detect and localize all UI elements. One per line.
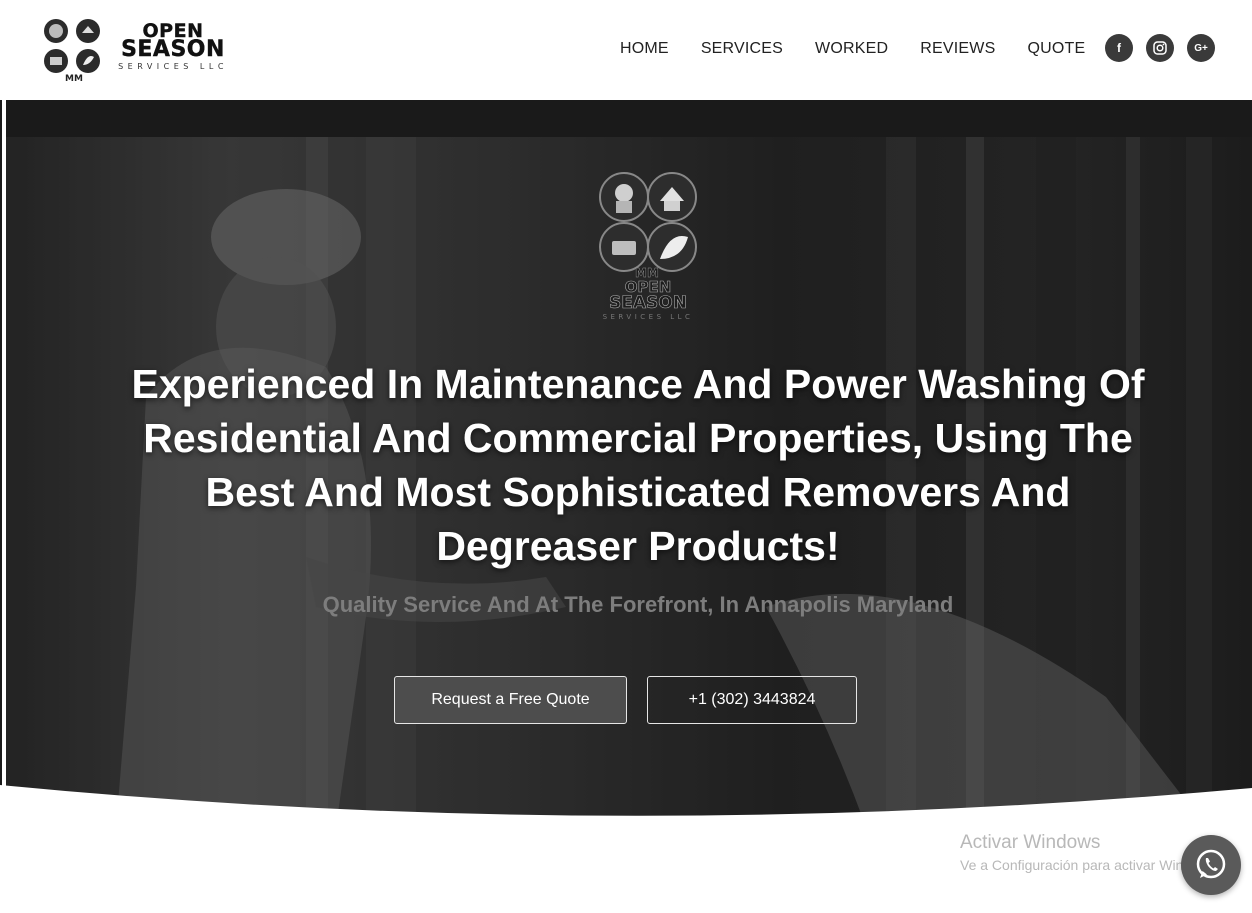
hero-logo-line3: SERVICES LLC	[602, 313, 694, 321]
nav-item-reviews[interactable]: REVIEWS	[920, 40, 995, 58]
hero-top-bar	[6, 100, 1252, 137]
google-plus-icon[interactable]: G+	[1187, 34, 1215, 62]
logo-emblem-icon: MM	[44, 19, 100, 83]
hero-subheadline: Quality Service And At The Forefront, In…	[322, 592, 954, 617]
instagram-glyph	[1153, 41, 1167, 55]
nav-item-quote[interactable]: QUOTE	[1027, 40, 1085, 58]
logo-line2: SEASON	[121, 37, 225, 62]
request-quote-button[interactable]: Request a Free Quote	[394, 676, 627, 724]
facebook-label: f	[1117, 41, 1121, 55]
logo-monogram: MM	[65, 74, 83, 83]
nav-item-worked[interactable]: WORKED	[815, 40, 888, 58]
site-header: MM OPEN SEASON SERVICES LLC HOME SERVICE…	[0, 0, 1252, 100]
site-logo[interactable]: MM OPEN SEASON SERVICES LLC	[38, 17, 242, 83]
logo-wordmark: OPEN SEASON SERVICES LLC	[108, 21, 238, 71]
hero-logo-wordmark: OPEN SEASON SERVICES LLC	[592, 279, 704, 321]
social-links: f G+	[1105, 34, 1215, 62]
logo-line3: SERVICES LLC	[118, 62, 228, 71]
hero-logo-line2: SEASON	[609, 293, 688, 313]
nav-item-services[interactable]: SERVICES	[701, 40, 783, 58]
google-plus-label: G+	[1194, 42, 1208, 54]
nav-item-home[interactable]: HOME	[620, 40, 669, 58]
instagram-icon[interactable]	[1146, 34, 1174, 62]
hero-section: MM OPEN SEASON SERVICES LLC Experienced …	[6, 137, 1252, 827]
watermark-title: Activar Windows	[960, 832, 1101, 853]
phone-call-button[interactable]: +1 (302) 3443824	[647, 676, 857, 724]
hero-headline: Experienced In Maintenance And Power Was…	[131, 361, 1145, 569]
hero-emblem-icon: MM	[599, 172, 697, 280]
hero-logo: MM OPEN SEASON SERVICES LLC	[592, 169, 704, 327]
whatsapp-chat-button[interactable]	[1181, 835, 1241, 895]
facebook-icon[interactable]: f	[1105, 34, 1133, 62]
whatsapp-icon	[1196, 849, 1226, 879]
main-nav: HOME SERVICES WORKED REVIEWS QUOTE	[620, 40, 1085, 58]
